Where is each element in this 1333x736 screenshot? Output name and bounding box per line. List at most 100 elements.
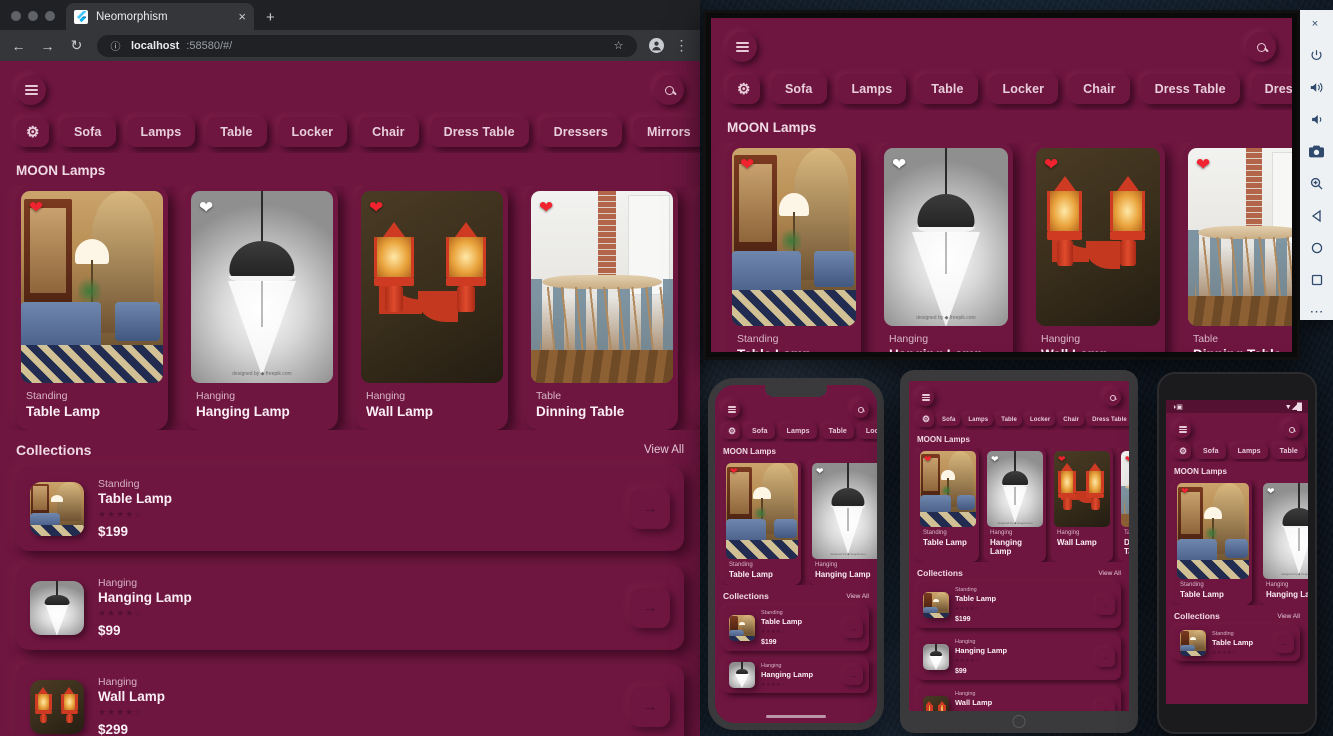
arrow-right-icon[interactable]: → xyxy=(630,587,670,628)
favorite-icon[interactable]: ❤ xyxy=(1058,455,1066,464)
view-all-link[interactable]: View All xyxy=(644,444,684,456)
product-card[interactable]: ❤ Hanging Wall Lamp xyxy=(1031,143,1165,352)
category-chip[interactable]: Sofa xyxy=(771,74,827,104)
zoom-icon[interactable] xyxy=(1307,175,1327,192)
search-icon[interactable] xyxy=(1246,32,1276,62)
category-chip-list[interactable]: Sofa Lamps Table Locker Chair Dress Tabl… xyxy=(711,66,1292,110)
arrow-right-icon[interactable]: → xyxy=(844,665,863,685)
power-icon[interactable] xyxy=(1307,47,1327,64)
category-chip-list[interactable]: Sofa Lamps Table Locker xyxy=(1166,440,1308,462)
featured-card-list[interactable]: ❤ Standing Table Lamp designed by ◆ free… xyxy=(1166,480,1308,605)
list-item[interactable]: Hanging Wall Lamp ★★★★☆ $299 → xyxy=(917,686,1121,711)
favorite-icon[interactable]: ❤ xyxy=(740,156,754,173)
product-card[interactable]: ❤ Sofa Sofa xyxy=(696,186,700,430)
favorite-icon[interactable]: ❤ xyxy=(730,467,738,476)
category-chip[interactable]: Locker xyxy=(988,74,1059,104)
list-item[interactable]: Hanging Wall Lamp ★★★★☆ $299 → xyxy=(16,664,684,736)
search-icon[interactable] xyxy=(852,401,869,418)
category-chip[interactable]: Table xyxy=(206,117,267,147)
favorite-icon[interactable]: ❤ xyxy=(1125,455,1129,464)
close-tab-button[interactable]: × xyxy=(238,10,246,23)
category-chip[interactable]: Lamps xyxy=(963,413,994,426)
browser-menu-icon[interactable]: ⋮ xyxy=(673,37,690,54)
category-chip[interactable]: Dress Table xyxy=(1140,74,1240,104)
new-tab-button[interactable]: + xyxy=(266,9,275,26)
arrow-right-icon[interactable]: → xyxy=(630,686,670,727)
close-window-button[interactable] xyxy=(11,11,21,21)
list-item[interactable]: Standing Table Lamp ★★★★☆ → xyxy=(1174,625,1300,661)
home-button[interactable] xyxy=(1012,715,1026,728)
arrow-right-icon[interactable]: → xyxy=(1096,647,1115,667)
product-card[interactable]: ❤ Hanging Wall Lamp xyxy=(356,186,508,430)
product-card[interactable]: ❤ Standing Table Lamp xyxy=(917,448,979,562)
category-chip[interactable]: Table xyxy=(1272,444,1305,459)
favorite-icon[interactable]: ❤ xyxy=(991,455,999,464)
gear-icon[interactable] xyxy=(1174,444,1191,459)
favorite-icon[interactable]: ❤ xyxy=(199,199,213,216)
category-chip[interactable]: Dressers xyxy=(539,117,622,147)
featured-card-list[interactable]: ❤ Standing Table Lamp designed by ◆ free… xyxy=(711,143,1292,352)
emulator-toolbar[interactable]: × ⋯ xyxy=(1300,10,1333,320)
back-icon[interactable]: ← xyxy=(10,37,27,54)
category-chip[interactable]: Lamps xyxy=(126,117,196,147)
category-chip[interactable]: Chair xyxy=(358,117,419,147)
search-icon[interactable] xyxy=(1283,421,1300,438)
category-chip[interactable]: Locker xyxy=(277,117,348,147)
gear-icon[interactable] xyxy=(723,424,740,439)
category-chip[interactable]: Sofa xyxy=(60,117,116,147)
volume-up-icon[interactable] xyxy=(1307,79,1327,96)
featured-card-list[interactable]: ❤ Standing Table Lamp designed by ◆ free… xyxy=(0,186,700,430)
favorite-icon[interactable]: ❤ xyxy=(369,199,383,216)
minimize-window-button[interactable] xyxy=(28,11,38,21)
product-card[interactable]: ❤ Table Dinning Table xyxy=(1183,143,1292,352)
product-card[interactable]: ❤ Hanging Wall Lamp xyxy=(1051,448,1113,562)
category-chip[interactable]: Lamps xyxy=(837,74,907,104)
profile-avatar-icon[interactable] xyxy=(649,38,664,53)
product-card[interactable]: ❤ Table Dinning Table xyxy=(1118,448,1129,562)
browser-tab[interactable]: Neomorphism × xyxy=(66,3,254,30)
product-card[interactable]: ❤ Standing Table Lamp xyxy=(723,460,801,585)
arrow-right-icon[interactable]: → xyxy=(1096,699,1115,711)
product-card[interactable]: designed by ◆ freepik.com ❤ Hanging Hang… xyxy=(809,460,877,585)
category-chip[interactable]: Locker xyxy=(858,424,877,439)
arrow-right-icon[interactable]: → xyxy=(1096,595,1115,615)
category-chip-list[interactable]: Sofa Lamps Table Locker Chair Dress Tabl… xyxy=(909,408,1129,430)
list-item[interactable]: Standing Table Lamp ★★★★☆ $199 → xyxy=(723,605,869,651)
category-chip[interactable]: Sofa xyxy=(937,413,961,426)
view-all-link[interactable]: View All xyxy=(1098,570,1121,577)
category-chip[interactable]: Table xyxy=(996,413,1022,426)
view-all-link[interactable]: View All xyxy=(1277,613,1300,620)
list-item[interactable]: Standing Table Lamp ★★★★☆ $199 → xyxy=(16,466,684,551)
site-info-icon[interactable]: ⓘ xyxy=(107,37,124,54)
category-chip[interactable]: Dress Table xyxy=(1087,413,1129,426)
reload-icon[interactable]: ↻ xyxy=(68,37,85,54)
product-card[interactable]: designed by ◆ freepik.com ❤ Hanging Hang… xyxy=(186,186,338,430)
product-card[interactable]: ❤ Table Dinning Table xyxy=(526,186,678,430)
maximize-window-button[interactable] xyxy=(45,11,55,21)
favorite-icon[interactable]: ❤ xyxy=(29,199,43,216)
volume-down-icon[interactable] xyxy=(1307,111,1327,128)
featured-card-list[interactable]: ❤ Standing Table Lamp designed by ◆ free… xyxy=(715,460,877,585)
back-icon[interactable] xyxy=(1307,207,1327,224)
category-chip[interactable]: Lamps xyxy=(1230,444,1268,459)
category-chip[interactable]: Sofa xyxy=(1196,444,1226,459)
forward-icon[interactable]: → xyxy=(39,37,56,54)
category-chip[interactable]: Lamps xyxy=(779,424,817,439)
favorite-icon[interactable]: ❤ xyxy=(816,467,824,476)
search-icon[interactable] xyxy=(1104,389,1121,406)
hamburger-icon[interactable] xyxy=(723,401,740,418)
product-card[interactable]: designed by ◆ freepik.com ❤ Hanging Hang… xyxy=(1260,480,1308,605)
category-chip[interactable]: Table xyxy=(821,424,854,439)
more-icon[interactable]: ⋯ xyxy=(1307,303,1327,320)
favorite-icon[interactable]: ❤ xyxy=(924,455,932,464)
gear-icon[interactable] xyxy=(16,117,49,147)
hamburger-icon[interactable] xyxy=(1174,421,1191,438)
featured-card-list[interactable]: ❤ Standing Table Lamp designed by ◆ free… xyxy=(909,448,1129,562)
search-icon[interactable] xyxy=(654,75,684,105)
arrow-right-icon[interactable]: → xyxy=(844,618,863,638)
product-card[interactable]: ❤ Standing Table Lamp xyxy=(16,186,168,430)
favorite-icon[interactable]: ❤ xyxy=(1267,487,1275,496)
list-item[interactable]: Hanging Hanging Lamp ★★★★☆ → xyxy=(723,657,869,693)
category-chip[interactable]: Table xyxy=(917,74,978,104)
category-chip[interactable]: Dress Table xyxy=(429,117,529,147)
